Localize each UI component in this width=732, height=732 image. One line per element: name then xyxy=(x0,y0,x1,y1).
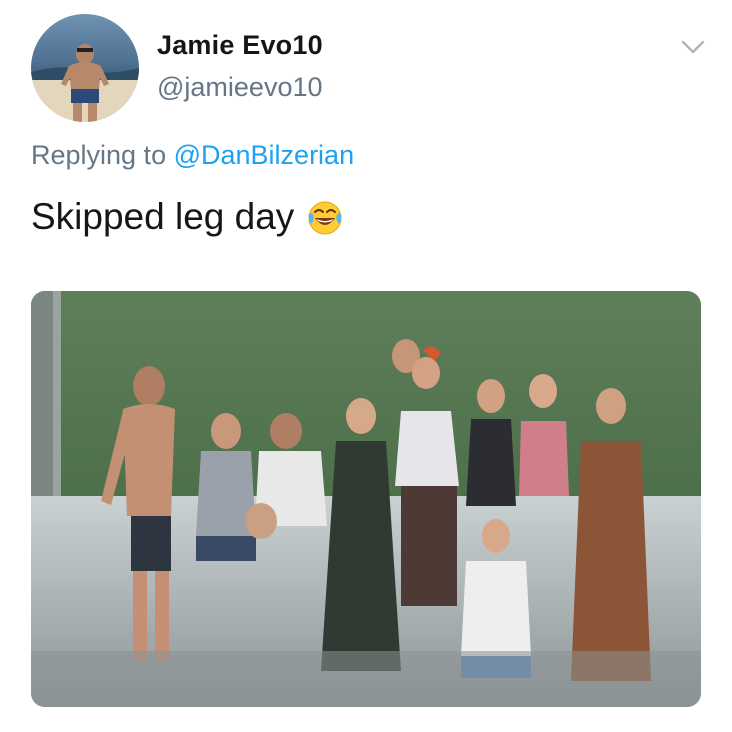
avatar[interactable] xyxy=(31,14,139,122)
tweet-card: Jamie Evo10 @jamieevo10 Replying to @Dan… xyxy=(0,0,732,732)
face-with-tears-of-joy-icon xyxy=(306,198,344,236)
tweet-photo[interactable] xyxy=(31,291,701,707)
avatar-image xyxy=(31,14,139,122)
mention-link[interactable]: @DanBilzerian xyxy=(174,140,354,170)
tweet-text-content: Skipped leg day xyxy=(31,196,295,237)
display-name[interactable]: Jamie Evo10 xyxy=(157,30,323,61)
replying-to-line: Replying to @DanBilzerian xyxy=(31,140,354,171)
chevron-down-icon[interactable] xyxy=(680,38,706,56)
user-handle[interactable]: @jamieevo10 xyxy=(157,72,323,103)
tweet-text: Skipped leg day xyxy=(31,196,344,238)
group-photo-image xyxy=(31,291,701,707)
replying-to-label: Replying to xyxy=(31,140,167,170)
